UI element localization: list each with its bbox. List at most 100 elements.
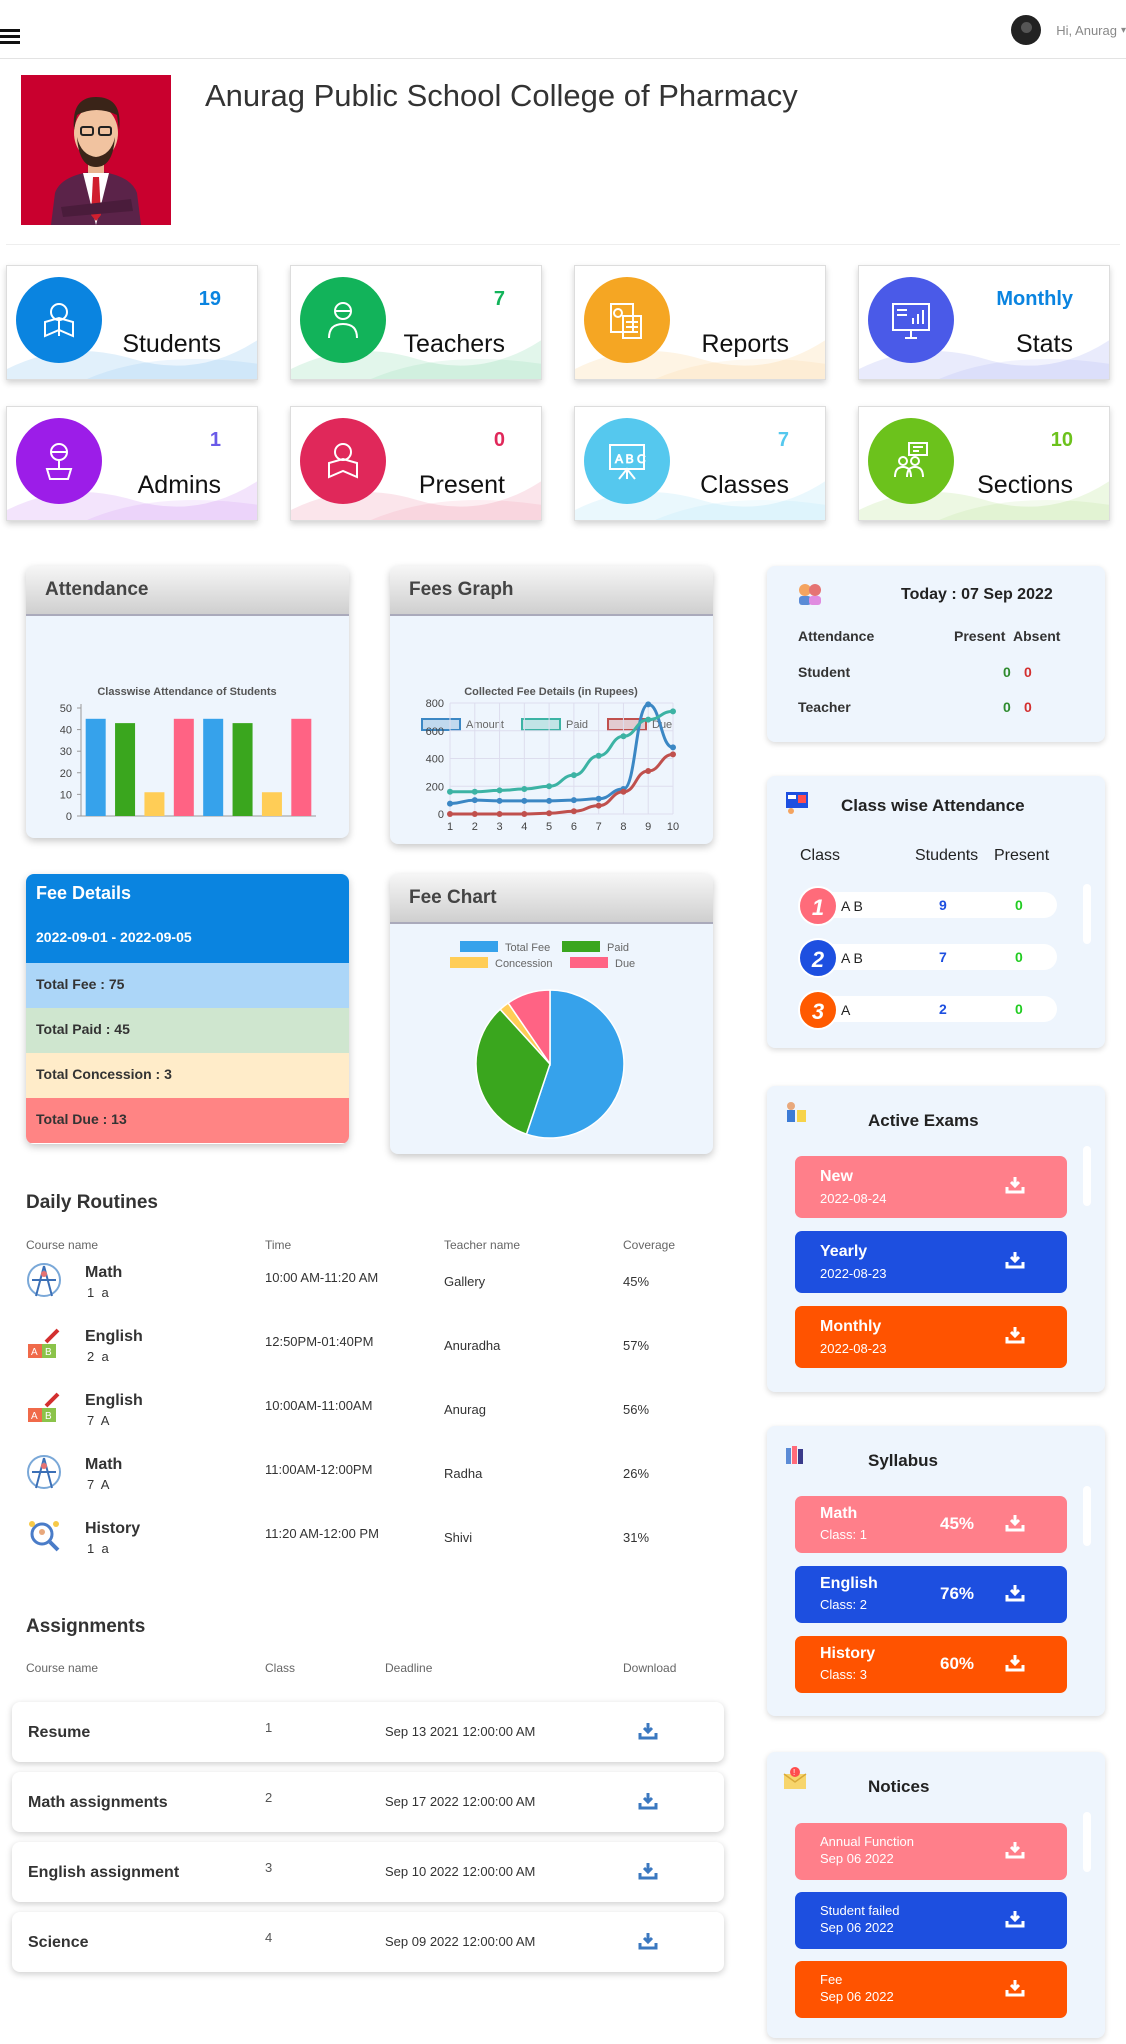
x-tick-label: 9 xyxy=(645,821,651,833)
stat-card-reports[interactable]: Reports xyxy=(574,265,826,380)
y-tick-label: 0 xyxy=(438,809,444,821)
data-point xyxy=(471,797,478,804)
scrollbar[interactable] xyxy=(1083,1812,1091,1872)
today-date-title: Today : 07 Sep 2022 xyxy=(901,586,1053,603)
chevron-down-icon[interactable]: ▾ xyxy=(1121,25,1126,36)
assignment-name: Resume xyxy=(28,1724,91,1741)
download-icon[interactable] xyxy=(1005,1841,1025,1864)
exam-date: 2022-08-23 xyxy=(820,1266,887,1281)
download-icon[interactable] xyxy=(638,1932,658,1955)
exam-icon xyxy=(787,1102,806,1122)
class-number-badge: 1 xyxy=(798,886,838,926)
exam-date: 2022-08-24 xyxy=(820,1191,887,1206)
legend-label: Total Fee xyxy=(505,942,550,954)
data-point xyxy=(496,811,503,817)
stat-card-students[interactable]: 19 Students xyxy=(6,265,258,380)
syllabus-item[interactable]: Math Class: 1 45% xyxy=(795,1496,1067,1553)
notice-item[interactable]: Student failed Sep 06 2022 xyxy=(795,1892,1067,1949)
notices-panel: ! Notices Annual Function Sep 06 2022 Stud… xyxy=(767,1752,1105,2038)
class-name: A B xyxy=(841,898,863,914)
bar xyxy=(291,718,312,816)
today-row-label: Student xyxy=(798,664,851,680)
download-icon[interactable] xyxy=(1005,1326,1025,1349)
daily-routines-title: Daily Routines xyxy=(26,1192,158,1213)
column-header: Class xyxy=(265,1661,296,1675)
group-sections-icon xyxy=(868,418,954,504)
download-icon[interactable] xyxy=(1005,1176,1025,1199)
data-point xyxy=(447,800,453,807)
class-present: 0 xyxy=(1015,1001,1023,1017)
routine-time: 12:50PM-01:40PM xyxy=(265,1334,374,1349)
stat-card-stats[interactable]: Monthly Stats xyxy=(858,265,1110,380)
stat-card-admins[interactable]: 1 Admins xyxy=(6,406,258,521)
exam-item[interactable]: New 2022-08-24 xyxy=(795,1156,1067,1218)
exam-name: Yearly xyxy=(820,1243,868,1260)
data-point xyxy=(645,716,652,723)
hamburger-menu-icon[interactable] xyxy=(0,29,20,45)
assignment-row: English assignment 3 Sep 10 2022 12:00:00 … xyxy=(12,1842,724,1902)
routine-course: History xyxy=(85,1520,141,1537)
download-icon[interactable] xyxy=(1005,1584,1025,1607)
syllabus-class: Class: 2 xyxy=(820,1597,867,1612)
y-tick-label: 200 xyxy=(426,781,444,793)
scrollbar[interactable] xyxy=(1083,884,1091,944)
notices-title: Notices xyxy=(868,1777,930,1796)
exam-item[interactable]: Monthly 2022-08-23 xyxy=(795,1306,1067,1368)
routine-time: 11:20 AM-12:00 PM xyxy=(265,1526,379,1541)
stat-card-sections[interactable]: 10 Sections xyxy=(858,406,1110,521)
download-icon[interactable] xyxy=(638,1862,658,1885)
notice-date: Sep 06 2022 xyxy=(820,1920,894,1935)
admin-podium-icon xyxy=(16,418,102,504)
download-icon[interactable] xyxy=(1005,1514,1025,1537)
card-label: Present xyxy=(418,471,505,499)
legend-label: Amount xyxy=(466,719,504,731)
download-icon[interactable] xyxy=(1005,1910,1025,1933)
data-point xyxy=(496,797,503,804)
fees-graph-panel: Fees Graph Collected Fee Details (in Rup… xyxy=(390,566,713,844)
notice-item[interactable]: Annual Function Sep 06 2022 xyxy=(795,1823,1067,1880)
user-menu[interactable]: Hi, Anurag ▾ xyxy=(1011,14,1126,46)
bar xyxy=(232,723,253,816)
assignment-row: Math assignments 2 Sep 17 2022 12:00:00 AM xyxy=(12,1772,724,1832)
data-point xyxy=(447,811,453,817)
download-icon[interactable] xyxy=(1005,1654,1025,1677)
scrollbar[interactable] xyxy=(1083,1486,1091,1546)
school-name: Anurag Public School College of Pharmacy xyxy=(205,78,798,113)
series-line-due xyxy=(449,752,674,816)
notice-envelope-icon: ! xyxy=(783,1767,807,1789)
download-icon[interactable] xyxy=(1005,1251,1025,1274)
x-tick-label: 6 xyxy=(571,821,577,833)
svg-text:B: B xyxy=(45,1411,52,1422)
class-name: A B xyxy=(841,950,863,966)
whiteboard-abc-icon: A B C xyxy=(584,418,670,504)
user-greeting[interactable]: Hi, Anurag xyxy=(1056,23,1117,38)
bar xyxy=(203,718,224,816)
exam-item[interactable]: Yearly 2022-08-23 xyxy=(795,1231,1067,1293)
syllabus-item[interactable]: English Class: 2 76% xyxy=(795,1566,1067,1623)
monitor-chart-icon xyxy=(868,277,954,363)
routine-class: 1 a xyxy=(87,1285,109,1300)
y-tick-label: 50 xyxy=(60,703,72,715)
exam-date: 2022-08-23 xyxy=(820,1341,887,1356)
download-icon[interactable] xyxy=(1005,1979,1025,2002)
column-header: Students xyxy=(915,847,979,864)
assignment-name: Science xyxy=(28,1934,89,1951)
assignment-class: 3 xyxy=(265,1860,273,1875)
stat-card-classes[interactable]: A B C 7 Classes xyxy=(574,406,826,521)
syllabus-percent: 76% xyxy=(940,1584,975,1603)
stat-card-teachers[interactable]: 7 Teachers xyxy=(290,265,542,380)
data-point xyxy=(620,733,627,740)
routine-time: 11:00AM-12:00PM xyxy=(265,1462,373,1477)
avatar[interactable] xyxy=(1011,15,1042,45)
fee-details-title: Fee Details xyxy=(36,883,132,903)
bar xyxy=(85,718,106,816)
data-point xyxy=(546,783,553,790)
stat-card-present[interactable]: 0 Present xyxy=(290,406,542,521)
scrollbar[interactable] xyxy=(1083,1146,1091,1206)
routine-coverage: 45% xyxy=(623,1274,650,1289)
download-icon[interactable] xyxy=(638,1792,658,1815)
today-present-value: 0 xyxy=(1003,664,1011,680)
download-icon[interactable] xyxy=(638,1722,658,1745)
syllabus-item[interactable]: History Class: 3 60% xyxy=(795,1636,1067,1693)
notice-item[interactable]: Fee Sep 06 2022 xyxy=(795,1961,1067,2018)
